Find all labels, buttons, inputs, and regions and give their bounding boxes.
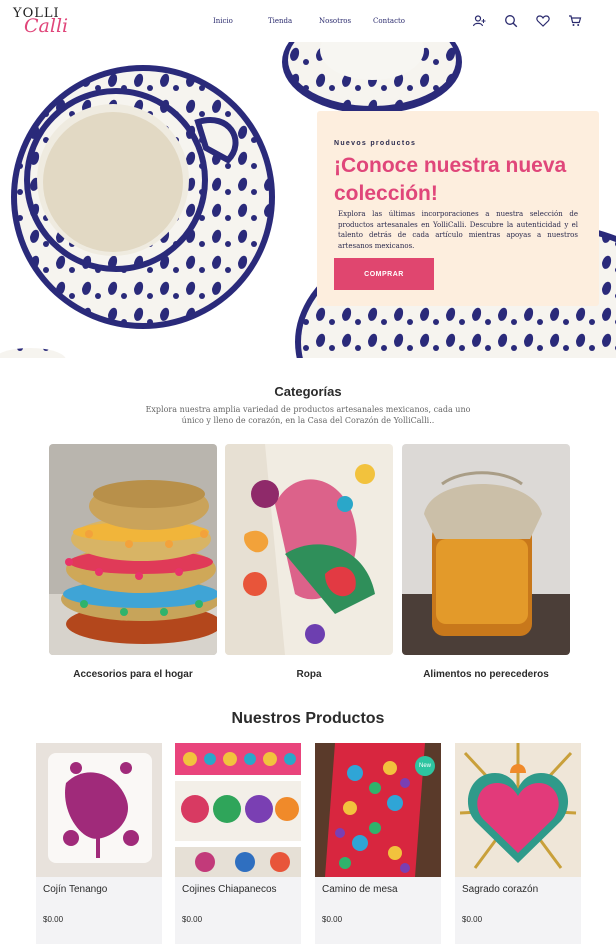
logo-bottom-text: Calli	[24, 15, 69, 37]
honey-jar-image	[402, 444, 570, 655]
category-card-food[interactable]	[402, 444, 570, 655]
product-price: $0.00	[43, 915, 64, 924]
product-name[interactable]: Cojín Tenango	[43, 884, 107, 895]
hero-title: ¡Conoce nuestra nueva colección!	[334, 154, 567, 205]
tenango-pillow-image	[36, 743, 162, 877]
heart-icon[interactable]	[536, 14, 550, 28]
nav-tienda[interactable]: Tienda	[268, 17, 292, 25]
sacred-heart-image	[455, 743, 581, 877]
product-image[interactable]	[175, 743, 301, 877]
categories-title: Categorías	[274, 384, 342, 399]
product-image[interactable]	[455, 743, 581, 877]
product-name[interactable]: Camino de mesa	[322, 884, 398, 895]
user-plus-icon[interactable]	[472, 14, 486, 28]
products-title: Nuestros Productos	[231, 710, 385, 727]
site-header: YOLLI Calli Inicio Tienda Nosotros Conta…	[0, 0, 616, 42]
cart-icon[interactable]	[568, 14, 582, 28]
product-price: $0.00	[462, 915, 483, 924]
search-icon[interactable]	[504, 14, 518, 28]
product-card[interactable]: Cojines Chiapanecos $0.00	[175, 743, 301, 944]
product-card[interactable]: New Camino de mesa $0.00	[315, 743, 441, 944]
product-card[interactable]: Sagrado corazón $0.00	[455, 743, 581, 944]
categories-description: Explora nuestra amplia variedad de produ…	[145, 405, 471, 425]
brand-logo[interactable]: YOLLI Calli	[13, 6, 75, 38]
product-image[interactable]	[36, 743, 162, 877]
new-badge: New	[415, 756, 435, 776]
hero-description: Explora las últimas incorporaciones a nu…	[338, 210, 578, 250]
nav-nosotros[interactable]: Nosotros	[319, 17, 351, 25]
embroidered-blouse-image	[225, 444, 393, 655]
category-label-home[interactable]: Accesorios para el hogar	[49, 669, 217, 680]
category-label-clothing[interactable]: Ropa	[225, 669, 393, 680]
buy-button[interactable]: COMPRAR	[334, 258, 434, 290]
baskets-image	[49, 444, 217, 655]
product-price: $0.00	[322, 915, 343, 924]
nav-contacto[interactable]: Contacto	[373, 17, 405, 25]
category-label-food[interactable]: Alimentos no perecederos	[402, 669, 570, 680]
product-price: $0.00	[182, 915, 203, 924]
chiapas-pillows-image	[175, 743, 301, 877]
category-card-home[interactable]	[49, 444, 217, 655]
nav-inicio[interactable]: Inicio	[213, 17, 233, 25]
hero-eyebrow: Nuevos productos	[334, 140, 417, 147]
hero-banner: Nuevos productos ¡Conoce nuestra nueva c…	[0, 42, 616, 358]
product-name[interactable]: Cojines Chiapanecos	[182, 884, 277, 895]
product-name[interactable]: Sagrado corazón	[462, 884, 538, 895]
hero-promo-card: Nuevos productos ¡Conoce nuestra nueva c…	[317, 111, 599, 306]
product-card[interactable]: Cojín Tenango $0.00	[36, 743, 162, 944]
category-card-clothing[interactable]	[225, 444, 393, 655]
